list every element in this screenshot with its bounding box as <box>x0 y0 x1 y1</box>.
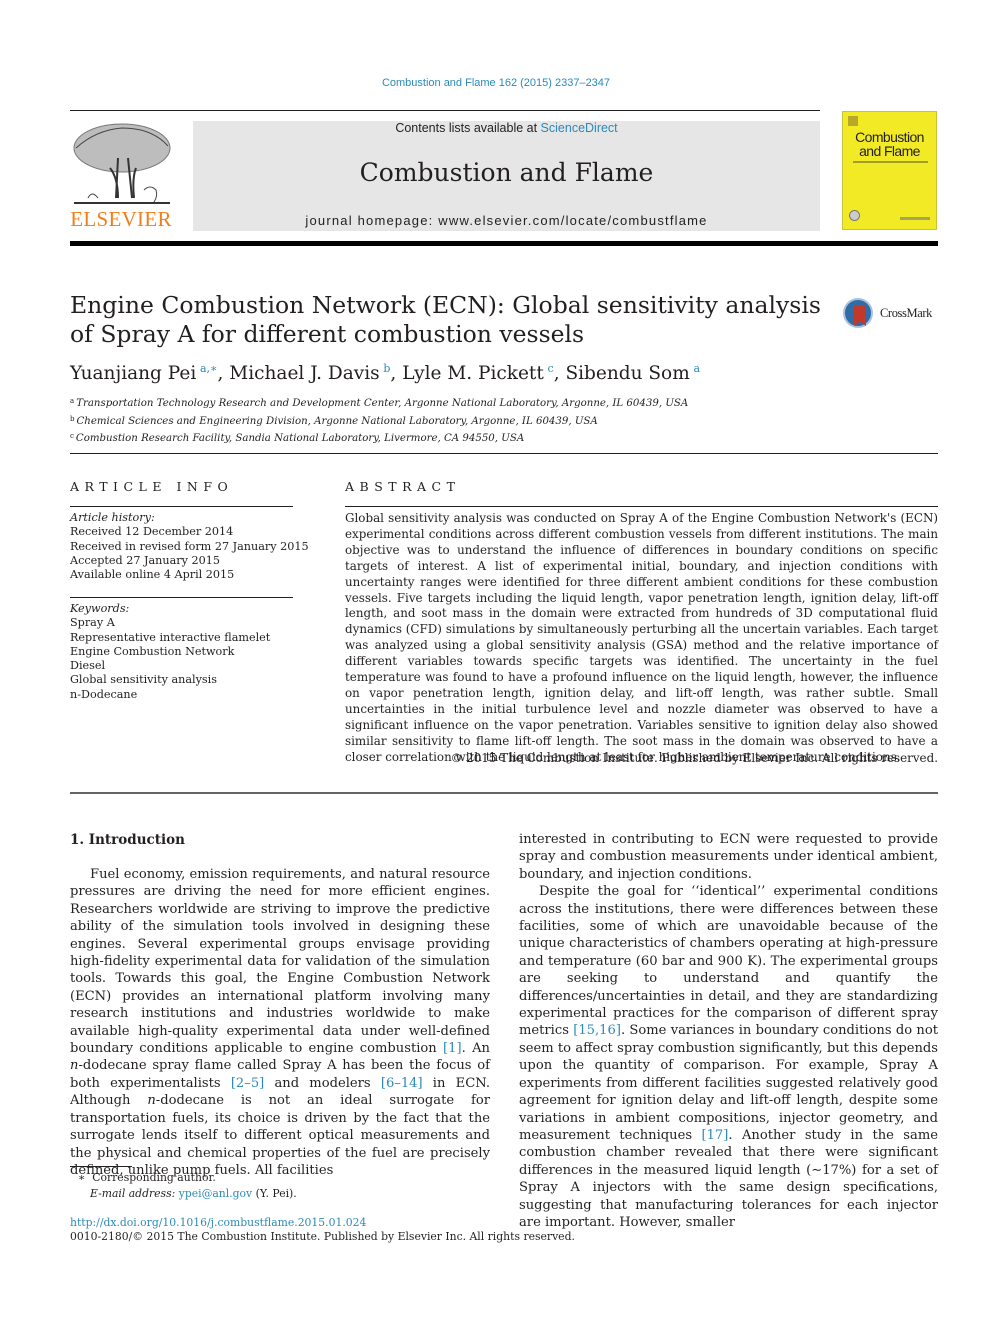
body-column-right: interested in contributing to ECN were r… <box>519 831 938 1231</box>
text-run: n <box>147 1093 156 1109</box>
keyword-item: Spray A <box>70 616 115 630</box>
history-item: Received in revised form 27 January 2015 <box>70 539 309 553</box>
keyword-item: Global sensitivity analysis <box>70 673 217 687</box>
footnote-rule <box>70 1166 132 1167</box>
affiliation-key: b <box>70 414 75 423</box>
author-affiliation-marker[interactable]: b <box>383 362 390 375</box>
keyword-item: Representative interactive flamelet <box>70 630 271 644</box>
text-run: . Some variances in boundary conditions … <box>519 1023 939 1143</box>
bookmark-icon <box>854 306 866 326</box>
doi-link[interactable]: http://dx.doi.org/10.1016/j.combustflame… <box>70 1216 366 1229</box>
body-column-left: Fuel economy, emission requirements, and… <box>70 866 490 1179</box>
footnote-corresponding: ∗ Corresponding author. <box>78 1170 297 1186</box>
elsevier-logo[interactable]: ELSEVIER <box>70 118 172 232</box>
journal-name: Combustion and Flame <box>359 158 654 187</box>
history-item: Available online 4 April 2015 <box>70 568 235 582</box>
footnote-mark: ∗ <box>78 1171 86 1184</box>
crossmark-icon <box>843 298 873 328</box>
text-run: . Another study in the same combustion c… <box>519 1127 938 1230</box>
elsevier-wordmark: ELSEVIER <box>70 207 172 231</box>
email-suffix: (Y. Pei). <box>252 1187 297 1200</box>
keywords-label: Keywords: <box>70 602 130 615</box>
footnote-email-line: E-mail address: ypei@anl.gov (Y. Pei). <box>78 1186 297 1202</box>
cover-seal-icon <box>849 210 860 221</box>
author-name[interactable]: Michael J. Davis <box>229 363 379 384</box>
journal-homepage-link[interactable]: journal homepage: www.elsevier.com/locat… <box>193 213 820 228</box>
issn-copyright: 0010-2180/© 2015 The Combustion Institut… <box>70 1230 575 1243</box>
citation-link[interactable]: [17] <box>701 1128 728 1143</box>
cover-publisher-icon <box>848 116 858 126</box>
journal-citation-link[interactable]: Combustion and Flame 162 (2015) 2337–234… <box>0 77 992 89</box>
author-name[interactable]: Sibendu Som <box>565 363 689 384</box>
contents-prefix: Contents lists available at <box>395 121 541 135</box>
footnote-text: Corresponding author. <box>92 1171 216 1184</box>
keyword-item: n-Dodecane <box>70 687 138 701</box>
abstract-heading: ABSTRACT <box>345 479 461 494</box>
article-history: Article history: Received 12 December 20… <box>70 511 309 582</box>
citation-link[interactable]: [15,16] <box>573 1023 621 1038</box>
contents-line: Contents lists available at ScienceDirec… <box>193 121 820 135</box>
keyword-item: Diesel <box>70 659 106 673</box>
article-info-rule <box>70 506 293 507</box>
crossmark-button[interactable]: CrossMark <box>843 296 943 336</box>
section-heading: 1. Introduction <box>70 832 185 848</box>
footnote: ∗ Corresponding author. E-mail address: … <box>78 1170 297 1202</box>
affiliation-item: a Transportation Technology Research and … <box>70 394 688 412</box>
abstract-copyright: © 2015 The Combustion Institute. Publish… <box>450 751 938 765</box>
journal-banner: Contents lists available at ScienceDirec… <box>193 121 820 231</box>
author-affiliation-marker[interactable]: a,∗ <box>200 362 218 375</box>
crossmark-label: CrossMark <box>880 306 932 320</box>
affiliation-item: c Combustion Research Facility, Sandia Na… <box>70 429 688 447</box>
affiliation-key: a <box>70 397 75 405</box>
author-list: Yuanjiang Pei a,∗, Michael J. Davis b, L… <box>70 362 701 384</box>
journal-cover-thumbnail[interactable]: Combustion and Flame <box>842 111 937 230</box>
cover-subtitle-bar <box>853 161 928 163</box>
affiliation-item: b Chemical Sciences and Engineering Divis… <box>70 412 688 430</box>
history-item: Received 12 December 2014 <box>70 525 234 539</box>
affiliations: a Transportation Technology Research and … <box>70 394 688 447</box>
affiliation-text: Combustion Research Facility, Sandia Nat… <box>75 433 525 444</box>
text-run: Fuel economy, emission requirements, and… <box>70 867 490 1057</box>
author-name[interactable]: Yuanjiang Pei <box>70 363 196 384</box>
history-label: Article history: <box>70 511 155 524</box>
cover-footer-bar <box>900 217 930 220</box>
paragraph: Despite the goal for ‘‘identical’’ exper… <box>519 883 938 1231</box>
email-link[interactable]: ypei@anl.gov <box>179 1187 252 1200</box>
paragraph: interested in contributing to ECN were r… <box>519 832 938 882</box>
affiliation-key: c <box>70 432 74 440</box>
cover-title-line1: Combustion <box>855 129 924 145</box>
text-run: . An <box>461 1041 490 1057</box>
cover-title-line2: and Flame <box>859 143 920 159</box>
history-item: Accepted 27 January 2015 <box>70 553 220 567</box>
text-run: Despite the goal for ‘‘identical’’ exper… <box>519 884 938 1039</box>
abstract-text: Global sensitivity analysis was conducte… <box>345 511 938 764</box>
sciencedirect-link[interactable]: ScienceDirect <box>541 121 618 135</box>
author-affiliation-marker[interactable]: a <box>693 362 700 375</box>
body-divider <box>70 792 938 794</box>
citation-link[interactable]: [2–5] <box>231 1076 264 1091</box>
keyword-item: Engine Combustion Network <box>70 644 235 658</box>
citation-link[interactable]: [6–14] <box>381 1076 423 1091</box>
header-rule <box>70 110 820 111</box>
citation-link[interactable]: [1] <box>443 1041 462 1056</box>
header-thick-rule <box>70 241 938 246</box>
cover-title: Combustion and Flame <box>843 130 936 158</box>
section-divider <box>70 453 938 454</box>
article-title: Engine Combustion Network (ECN): Global … <box>70 291 821 348</box>
email-label: E-mail address: <box>90 1187 179 1200</box>
paragraph: Fuel economy, emission requirements, and… <box>70 866 490 1179</box>
author-name[interactable]: Lyle M. Pickett <box>402 363 544 384</box>
author-affiliation-marker[interactable]: c <box>548 362 554 375</box>
keywords-rule <box>70 597 293 598</box>
affiliation-text: Chemical Sciences and Engineering Divisi… <box>76 415 598 427</box>
affiliation-text: Transportation Technology Research and D… <box>76 398 689 409</box>
keywords: Keywords: Spray A Representative interac… <box>70 602 270 702</box>
text-run: and modelers <box>264 1075 381 1091</box>
abstract-rule <box>345 506 938 507</box>
tree-icon <box>73 123 171 204</box>
article-info-heading: ARTICLE INFO <box>70 479 234 494</box>
